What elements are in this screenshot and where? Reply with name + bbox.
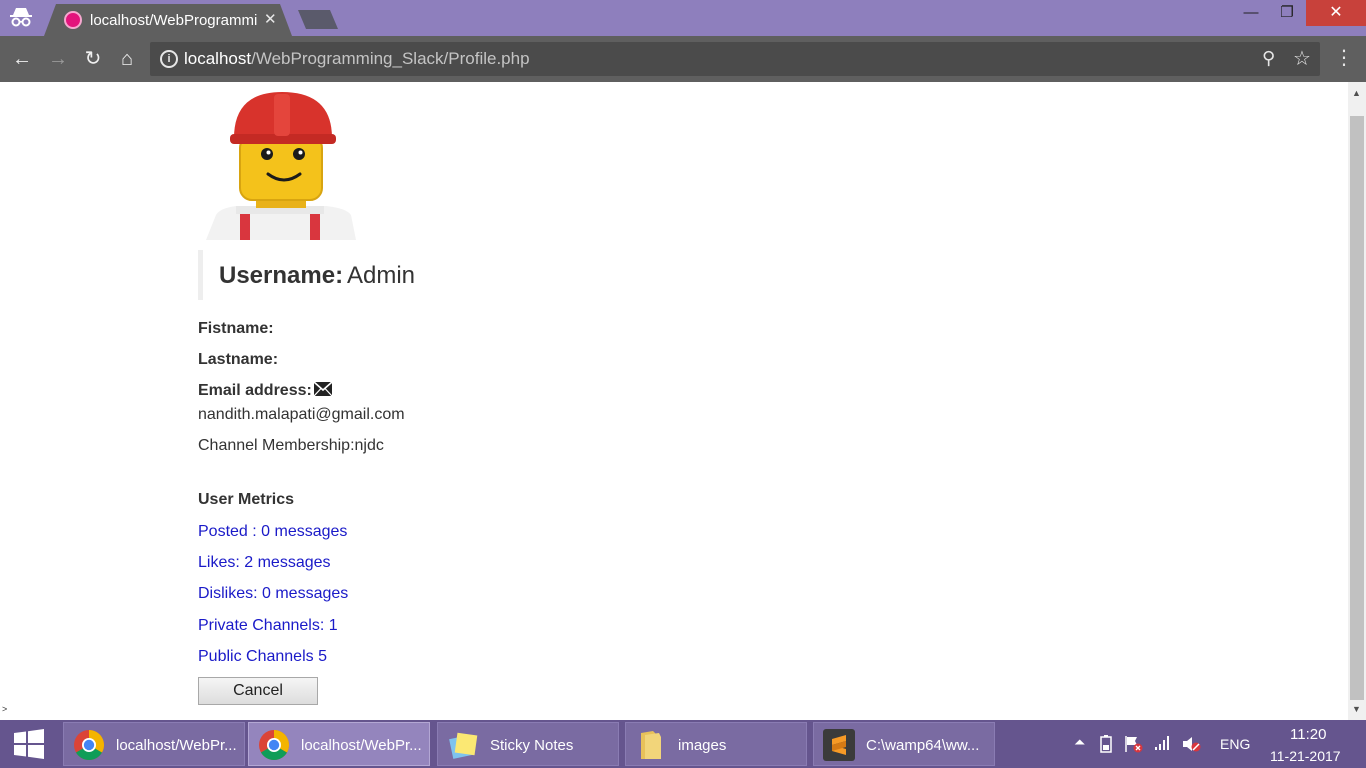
zoom-icon[interactable]: ⚲: [1262, 48, 1275, 69]
incognito-icon: [10, 8, 32, 27]
input-language-indicator[interactable]: ENG: [1220, 736, 1250, 752]
stray-caret-text: >: [2, 704, 8, 714]
url-host: localhost: [184, 49, 252, 68]
windows-taskbar: localhost/WebPr... localhost/WebPr... St…: [0, 720, 1366, 768]
back-arrow-icon[interactable]: ←: [8, 45, 36, 73]
window-minimize-button[interactable]: —: [1234, 0, 1268, 26]
username-label: Username:: [219, 262, 344, 289]
taskbar-item-label: localhost/WebPr...: [301, 737, 422, 754]
scroll-up-arrow-icon[interactable]: ▲: [1352, 88, 1361, 98]
url-path: /WebProgramming_Slack/Profile.php: [251, 49, 530, 68]
channel-membership: Channel Membership:njdc: [198, 437, 384, 454]
forward-arrow-icon[interactable]: →: [44, 45, 72, 73]
metric-private-channels-link[interactable]: Private Channels: 1: [198, 617, 338, 635]
metric-dislikes-link[interactable]: Dislikes: 0 messages: [198, 585, 348, 603]
tab-title: localhost/WebProgramming_Slack/Profile.p…: [90, 12, 258, 29]
taskbar-item-label: localhost/WebPr...: [116, 737, 237, 754]
taskbar-item-label: Sticky Notes: [490, 737, 574, 754]
home-icon[interactable]: ⌂: [113, 45, 141, 73]
cancel-button[interactable]: Cancel: [198, 677, 318, 705]
taskbar-item-label: images: [678, 737, 727, 754]
volume-muted-icon[interactable]: [1182, 735, 1202, 753]
new-tab-button[interactable]: [298, 10, 338, 29]
email-row: Email address:: [198, 382, 332, 400]
action-center-flag-icon[interactable]: [1124, 735, 1144, 753]
email-value: nandith.malapati@gmail.com: [198, 406, 405, 423]
email-label: Email address:: [198, 382, 312, 399]
username-block: Username: Admin: [198, 250, 458, 300]
username-value: Admin: [347, 262, 416, 289]
metric-public-channels-link[interactable]: Public Channels 5: [198, 648, 327, 666]
taskbar-item-chrome-1[interactable]: localhost/WebPr...: [63, 722, 245, 766]
reload-icon[interactable]: ↻: [79, 45, 107, 73]
window-close-button[interactable]: ✕: [1306, 0, 1366, 26]
browser-menu-icon[interactable]: ⋮: [1334, 45, 1354, 70]
envelope-icon: [313, 382, 332, 396]
scroll-thumb[interactable]: [1350, 116, 1364, 700]
chrome-icon: [74, 730, 105, 761]
scroll-down-arrow-icon[interactable]: ▼: [1352, 704, 1361, 714]
tray-show-hidden-icon[interactable]: ⏶: [1074, 734, 1085, 751]
chrome-icon: [259, 730, 290, 761]
user-metrics-title: User Metrics: [198, 491, 295, 508]
window-maximize-button[interactable]: ❐: [1270, 0, 1304, 26]
lastname-label: Lastname:: [198, 351, 279, 368]
taskbar-item-sticky-notes[interactable]: Sticky Notes: [437, 722, 619, 766]
address-bar[interactable]: i localhost/WebProgramming_Slack/Profile…: [150, 42, 1320, 76]
windows-start-icon[interactable]: [12, 728, 46, 760]
taskbar-item-chrome-2[interactable]: localhost/WebPr...: [248, 722, 430, 766]
vertical-scrollbar[interactable]: ▲ ▼: [1348, 82, 1366, 720]
url-text[interactable]: localhost/WebProgramming_Slack/Profile.p…: [184, 49, 530, 69]
taskbar-item-label: C:\wamp64\ww...: [866, 737, 980, 754]
taskbar-item-images-folder[interactable]: images: [625, 722, 807, 766]
browser-tab-active[interactable]: localhost/WebProgramming_Slack/Profile.p…: [44, 4, 292, 36]
metric-posted-link[interactable]: Posted : 0 messages: [198, 523, 347, 541]
site-info-icon[interactable]: i: [160, 50, 178, 68]
clock-time[interactable]: 11:20: [1290, 726, 1326, 743]
bookmark-star-icon[interactable]: ☆: [1293, 46, 1311, 71]
metric-likes-link[interactable]: Likes: 2 messages: [198, 554, 331, 572]
site-favicon-icon: [64, 11, 82, 29]
firstname-label: Fistname:: [198, 320, 274, 337]
battery-icon[interactable]: [1100, 735, 1112, 753]
sublime-text-icon: [823, 729, 855, 761]
browser-titlebar: localhost/WebProgramming_Slack/Profile.p…: [0, 0, 1366, 36]
network-signal-icon[interactable]: [1154, 735, 1170, 751]
page-viewport: Username: Admin Fistname: Lastname: Emai…: [0, 82, 1348, 720]
sticky-notes-icon: [449, 732, 478, 759]
tab-close-icon[interactable]: ✕: [264, 10, 277, 28]
profile-avatar: [206, 92, 356, 240]
folder-icon: [641, 731, 661, 759]
taskbar-item-sublime-text[interactable]: C:\wamp64\ww...: [813, 722, 995, 766]
clock-date[interactable]: 11-21-2017: [1270, 748, 1341, 764]
